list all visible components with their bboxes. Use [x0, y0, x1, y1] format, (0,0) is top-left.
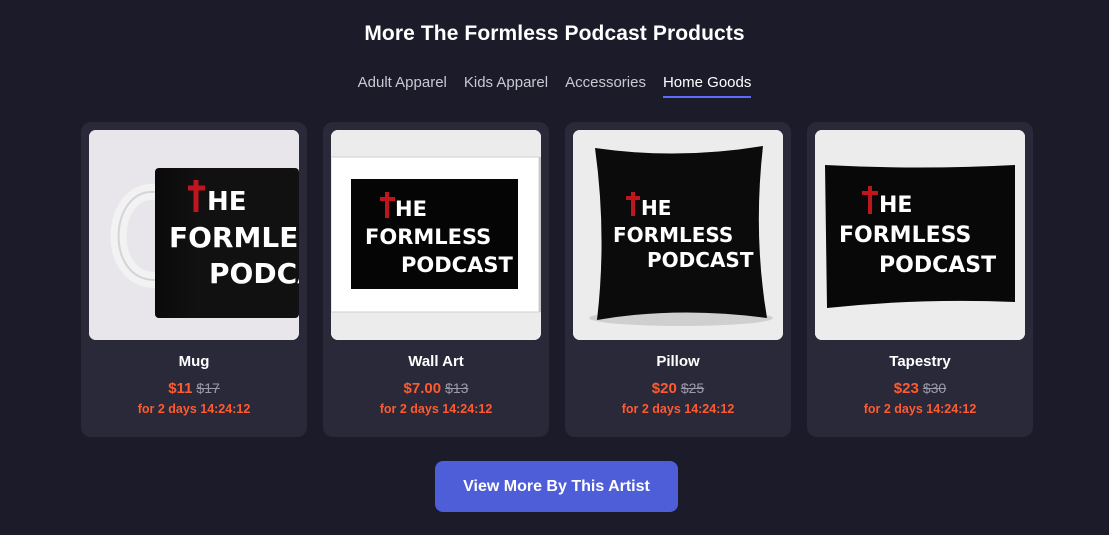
- logo-line-2: FORMLESS: [839, 223, 971, 248]
- price-row: $11 $17: [81, 380, 307, 397]
- product-name[interactable]: Wall Art: [323, 353, 549, 370]
- logo-line-3: PODCAST: [401, 253, 513, 277]
- original-price: $17: [196, 380, 220, 396]
- sale-price: $23: [893, 380, 919, 397]
- logo-line-1: HE: [207, 187, 247, 217]
- tab-home-goods[interactable]: Home Goods: [662, 74, 752, 98]
- price-row: $20 $25: [565, 380, 791, 397]
- sale-timer: for 2 days 14:24:12: [621, 402, 735, 416]
- logo-line-3: PODCAST: [209, 257, 299, 290]
- logo-line-1: HE: [641, 196, 671, 220]
- original-price: $25: [680, 380, 705, 396]
- category-tabs: Adult Apparel Kids Apparel Accessories H…: [0, 74, 1109, 98]
- product-grid: HE FORMLESS PODCAST Mug $11$17 for 2 day…: [81, 122, 1033, 437]
- product-card-wall-art[interactable]: HE FORMLESS PODCAST Wall Art $7.00 $13 fo…: [323, 122, 549, 437]
- product-card-mug[interactable]: HE FORMLESS PODCAST Mug $11$17 for 2 day…: [81, 122, 307, 437]
- logo-line-2: FORMLESS: [169, 221, 299, 254]
- logo-line-1: HE: [879, 193, 912, 218]
- price-row: $7.00 $13: [323, 380, 549, 397]
- price-row: $23 $30: [807, 380, 1033, 397]
- product-card-pillow[interactable]: HE FORMLESS PODCAST Pillow $20 $25 for 2 …: [565, 122, 791, 437]
- sale-price: $20: [651, 380, 677, 397]
- tab-accessories[interactable]: Accessories: [565, 74, 646, 98]
- sale-timer: for 2 days 14:24:12: [137, 402, 251, 416]
- product-card-tapestry[interactable]: HE FORMLESS PODCAST Tapestry $23 $30 for …: [807, 122, 1033, 437]
- tab-adult-apparel[interactable]: Adult Apparel: [358, 74, 447, 98]
- logo-line-3: PODCAST: [879, 253, 996, 278]
- product-image-mug[interactable]: HE FORMLESS PODCAST: [89, 130, 299, 340]
- logo-line-2: FORMLESS: [365, 225, 491, 249]
- logo-line-3: PODCAST: [647, 248, 754, 272]
- product-name[interactable]: Mug: [81, 353, 307, 370]
- sale-timer: for 2 days 14:24:12: [863, 402, 977, 416]
- section-title: More The Formless Podcast Products: [364, 22, 745, 45]
- product-image-wall-art[interactable]: HE FORMLESS PODCAST: [331, 130, 541, 340]
- original-price: $30: [922, 380, 947, 396]
- logo-line-1: HE: [395, 197, 427, 221]
- product-name[interactable]: Pillow: [565, 353, 791, 370]
- sale-price: $11: [168, 380, 193, 397]
- logo-line-2: FORMLESS: [613, 223, 733, 247]
- sale-price: $7.00: [403, 380, 442, 397]
- view-more-button[interactable]: View More By This Artist: [435, 461, 678, 512]
- product-image-tapestry[interactable]: HE FORMLESS PODCAST: [815, 130, 1025, 340]
- original-price: $13: [445, 380, 469, 396]
- sale-timer: for 2 days 14:24:12: [379, 402, 493, 416]
- product-image-pillow[interactable]: HE FORMLESS PODCAST: [573, 130, 783, 340]
- tab-kids-apparel[interactable]: Kids Apparel: [464, 74, 548, 98]
- product-name[interactable]: Tapestry: [807, 353, 1033, 370]
